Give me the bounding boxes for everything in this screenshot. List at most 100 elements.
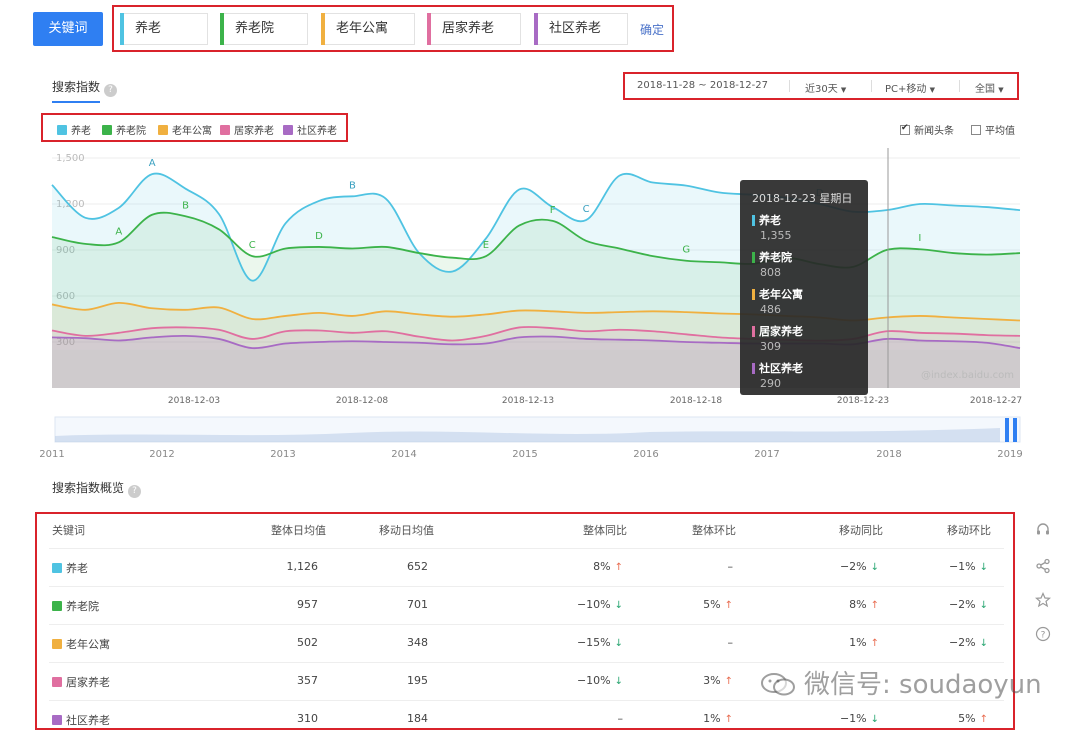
cell-avg: 502 — [297, 636, 318, 649]
cell-value: – — [727, 636, 734, 649]
arrow-down-icon: ↓ — [979, 638, 988, 649]
cell-value: 8% — [849, 598, 867, 611]
cell-value: −1% — [839, 712, 867, 725]
star-icon[interactable] — [1034, 592, 1052, 610]
event-marker-label: A — [149, 158, 156, 169]
overview-year-label: 2018 — [876, 449, 901, 460]
cell-value: −10% — [576, 598, 611, 611]
arrow-up-icon: ↑ — [614, 562, 623, 573]
tooltip-swatch — [752, 251, 755, 263]
row-keyword: 老年公寓 — [52, 636, 110, 652]
col-header-avg: 整体日均值 — [271, 524, 326, 537]
help-icon[interactable]: ? — [128, 485, 142, 498]
cell-mobile: 652 — [407, 560, 428, 573]
watermark: 微信号: soudaoyun — [760, 664, 1042, 701]
share-icon[interactable] — [1034, 558, 1052, 576]
event-marker-label: B — [182, 200, 189, 211]
share-icon-graphic — [1036, 558, 1050, 574]
cell-value: 957 — [297, 598, 318, 611]
arrow-down-icon: ↓ — [870, 714, 879, 725]
event-marker-label: F — [550, 205, 556, 216]
col-header-mom: 整体环比 — [692, 524, 736, 537]
event-marker-label: A — [115, 226, 122, 237]
cell-value: – — [617, 712, 624, 725]
star-icon-graphic — [1034, 592, 1052, 608]
cell-mom: 3% ↑ — [703, 674, 733, 687]
cell-yoy: −10% ↓ — [577, 598, 623, 611]
overview-year-label: 2014 — [391, 449, 416, 460]
tooltip-name: 居家养老 — [759, 325, 803, 338]
search-index-chart[interactable]: 3006009001,2001,500ABCDABCDEFGI@index.ba… — [0, 0, 1080, 470]
overview-title-text: 搜索指数概览 — [52, 481, 125, 495]
keyword-name: 老年公寓 — [66, 638, 110, 651]
cell-avg: 957 — [297, 598, 318, 611]
row-divider — [49, 548, 1004, 549]
cell-value: 8% — [593, 560, 611, 573]
event-marker-label: C — [249, 240, 256, 251]
cell-value: 3% — [703, 674, 721, 687]
keyword-swatch — [52, 601, 62, 611]
cell-value: 348 — [407, 636, 428, 649]
cell-mom: 5% ↑ — [703, 598, 733, 611]
cell-value: 502 — [297, 636, 318, 649]
overview-year-label: 2015 — [512, 449, 537, 460]
y-tick-label: 1,500 — [56, 153, 85, 164]
arrow-down-icon: ↓ — [614, 638, 623, 649]
cell-mmom: −2% ↓ — [949, 598, 988, 611]
chart-watermark: @index.baidu.com — [921, 370, 1014, 381]
wechat-icon — [761, 673, 795, 696]
overview-year-label: 2013 — [270, 449, 295, 460]
cell-value: −15% — [576, 636, 611, 649]
cell-value: 184 — [407, 712, 428, 725]
cell-myoy: 1% ↑ — [849, 636, 879, 649]
svg-text:?: ? — [1041, 631, 1046, 641]
row-divider — [49, 586, 1004, 587]
tooltip-value: 486 — [760, 303, 781, 316]
cell-mobile: 701 — [407, 598, 428, 611]
watermark-text: 微信号: soudaoyun — [804, 670, 1042, 700]
cell-avg: 357 — [297, 674, 318, 687]
arrow-up-icon: ↑ — [724, 676, 733, 687]
event-marker-label: B — [349, 180, 356, 191]
cell-mom: 1% ↑ — [703, 712, 733, 725]
headset-icon[interactable] — [1034, 522, 1052, 540]
cell-value: 652 — [407, 560, 428, 573]
cell-mom: – — [728, 560, 734, 573]
cell-value: 310 — [297, 712, 318, 725]
x-tick-label: 2018-12-03 — [168, 396, 220, 406]
row-divider — [49, 662, 1004, 663]
overview-year-label: 2016 — [633, 449, 658, 460]
tooltip-swatch — [752, 214, 755, 226]
tooltip-value: 309 — [760, 340, 781, 353]
cell-value: −10% — [576, 674, 611, 687]
cell-value: 701 — [407, 598, 428, 611]
tooltip-name: 养老 — [759, 214, 781, 227]
cell-value: 1% — [703, 712, 721, 725]
tooltip-swatch — [752, 362, 755, 374]
col-header-keyword: 关键词 — [52, 524, 85, 537]
event-marker-label: I — [918, 233, 921, 244]
keyword-swatch — [52, 639, 62, 649]
help-circle-icon[interactable]: ? — [1034, 626, 1052, 644]
tooltip-name: 老年公寓 — [759, 288, 803, 301]
cell-mmom: −2% ↓ — [949, 636, 988, 649]
help-icon-graphic: ? — [1035, 626, 1051, 642]
cell-yoy: −15% ↓ — [577, 636, 623, 649]
cell-mobile: 184 — [407, 712, 428, 725]
cell-myoy: −1% ↓ — [840, 712, 879, 725]
col-header-mobile-yoy: 移动同比 — [839, 524, 883, 537]
cell-value: −2% — [839, 560, 867, 573]
cell-mom: – — [728, 636, 734, 649]
overview-year-label: 2011 — [39, 449, 64, 460]
x-tick-label: 2018-12-18 — [670, 396, 723, 406]
cell-value: −2% — [948, 598, 976, 611]
navigator-handle-left — [1005, 418, 1009, 442]
cell-value: 1,126 — [286, 560, 319, 573]
arrow-up-icon: ↑ — [979, 714, 988, 725]
keyword-name: 养老 — [66, 562, 88, 575]
tooltip-entry: 居家养老 309 — [752, 323, 856, 353]
cell-myoy: 8% ↑ — [849, 598, 879, 611]
keyword-name: 养老院 — [66, 600, 99, 613]
cell-mmom: 5% ↑ — [958, 712, 988, 725]
cell-avg: 1,126 — [287, 560, 319, 573]
